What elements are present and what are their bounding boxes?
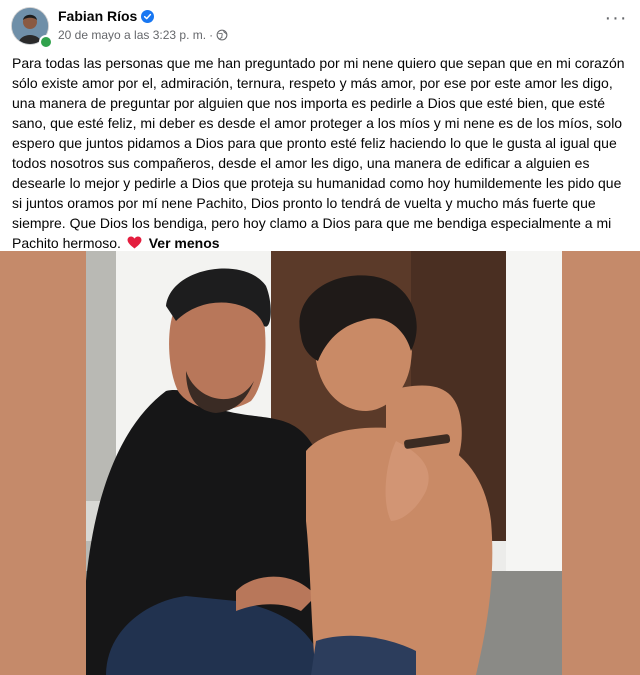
online-status-dot	[39, 35, 53, 49]
meta-separator: ·	[209, 28, 214, 42]
post-meta: 20 de mayo a las 3:23 p. m. ·	[58, 28, 228, 42]
see-less-link[interactable]: Ver menos	[149, 235, 220, 251]
post-text: Para todas las personas que me han pregu…	[12, 53, 634, 253]
post-photo-container[interactable]	[0, 251, 640, 675]
verified-badge-icon	[141, 9, 155, 23]
post-photo	[86, 251, 562, 675]
post-body: Para todas las personas que me han pregu…	[12, 55, 625, 251]
heart-emoji-icon	[127, 236, 142, 249]
author-name[interactable]: Fabian Ríos	[58, 8, 137, 24]
more-options-icon[interactable]: ···	[604, 8, 628, 32]
post-header: Fabian Ríos 20 de mayo a las 3:23 p. m. …	[0, 0, 640, 49]
globe-icon[interactable]	[216, 29, 228, 41]
author-name-row: Fabian Ríos	[58, 8, 155, 24]
post-timestamp[interactable]: 20 de mayo a las 3:23 p. m.	[58, 28, 206, 42]
